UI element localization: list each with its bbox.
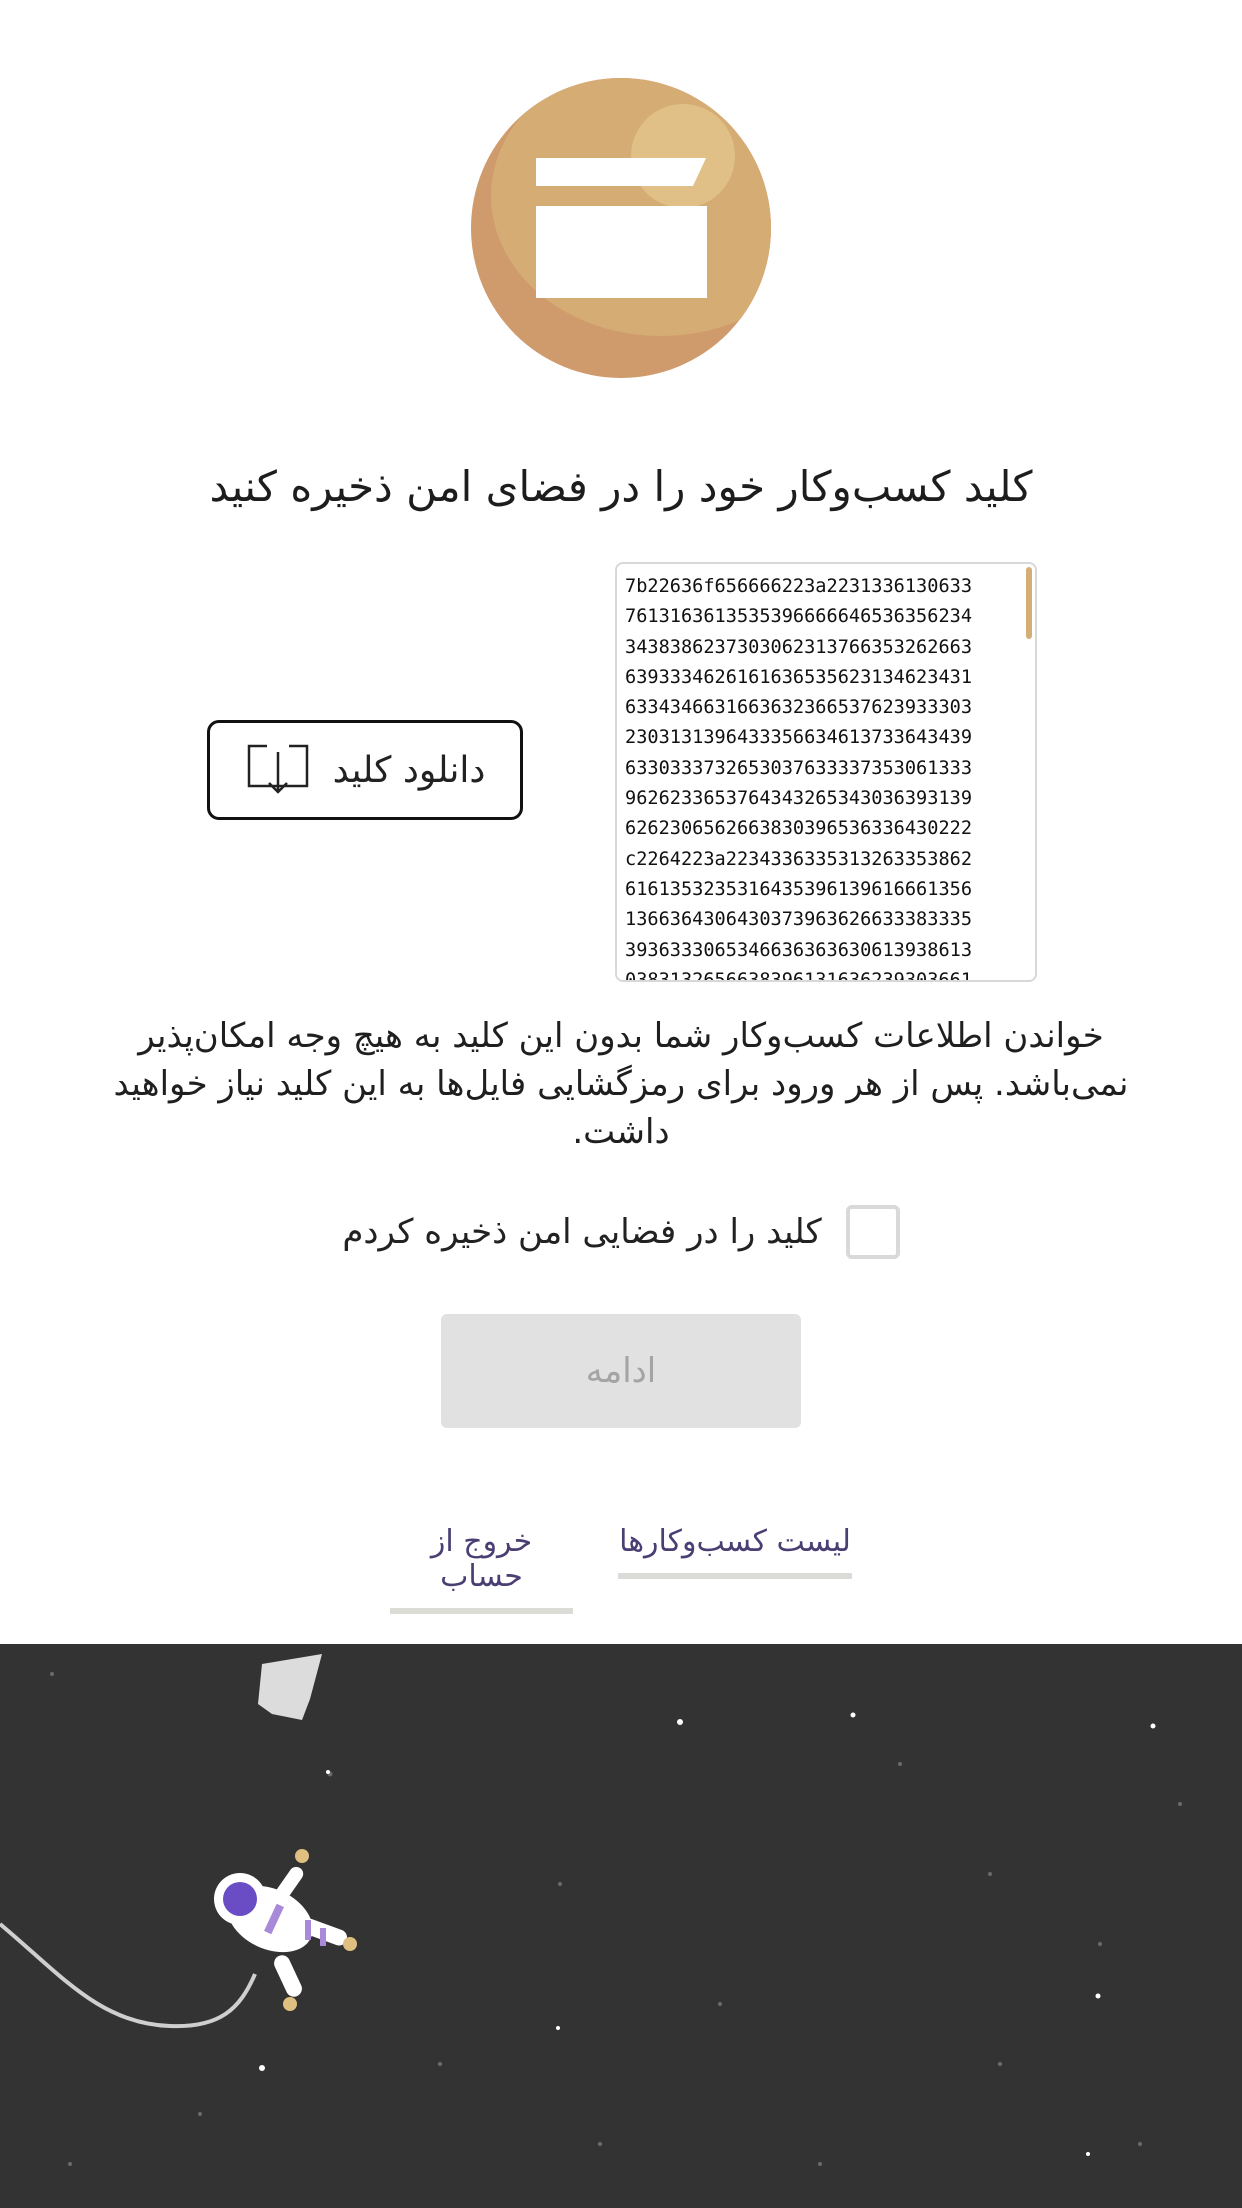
download-tray-icon: [245, 740, 311, 800]
download-key-button[interactable]: دانلود کلید: [207, 720, 523, 820]
business-list-link[interactable]: لیست کسب‌وکارها: [618, 1524, 852, 1579]
download-key-label: دانلود کلید: [332, 749, 486, 791]
confirm-saved-checkbox[interactable]: [845, 1205, 900, 1259]
continue-button[interactable]: ادامه: [441, 1314, 801, 1428]
key-description: خواندن اطلاعات کسب‌وکار شما بدون این کلی…: [113, 1016, 1129, 1152]
logout-link[interactable]: خروج از حساب: [390, 1524, 573, 1614]
business-key-textarea[interactable]: 7b22636f656666223a2231336130633 76131636…: [615, 562, 1037, 982]
confirm-saved-label: کلید را در فضایی امن ذخیره کردم: [342, 1212, 822, 1252]
brand-logo: [471, 78, 771, 378]
key-scrollbar[interactable]: [1026, 567, 1032, 639]
page-title: کلید کسب‌وکار خود را در فضای امن ذخیره ک…: [209, 462, 1033, 511]
business-key-text[interactable]: 7b22636f656666223a2231336130633 76131636…: [625, 572, 1005, 980]
confirm-saved-row: کلید را در فضایی امن ذخیره کردم: [0, 1200, 1242, 1264]
space-illustration: [0, 1644, 1242, 2208]
